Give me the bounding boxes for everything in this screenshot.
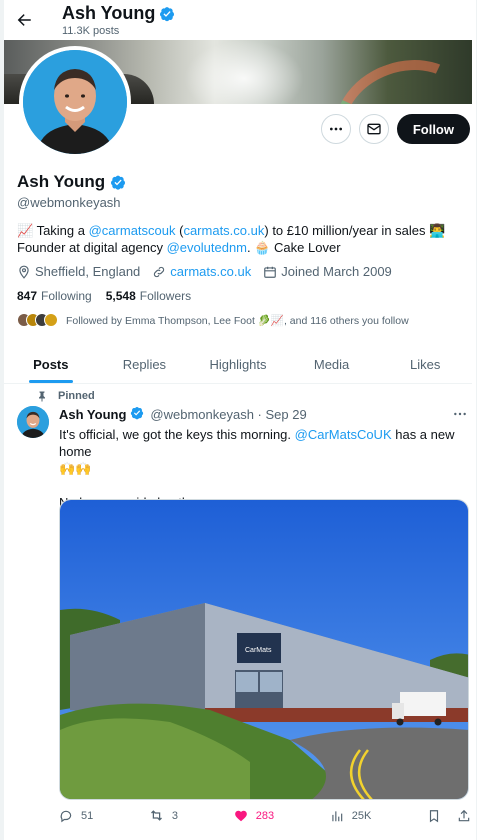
- link-icon: [154, 266, 165, 277]
- tab-posts[interactable]: Posts: [4, 346, 98, 383]
- profile-meta: Sheffield, England carmats.co.uk Joined …: [17, 264, 392, 279]
- website-link[interactable]: carmats.co.uk: [170, 264, 251, 279]
- location-text: Sheffield, England: [35, 264, 141, 279]
- tab-highlights[interactable]: Highlights: [191, 346, 285, 383]
- follower-avatars: [17, 313, 58, 327]
- reply-button[interactable]: 51: [59, 809, 93, 823]
- bio-link-carmats[interactable]: carmats.co.uk: [183, 223, 264, 238]
- bio-mention-evolutednm[interactable]: @evolutednm: [167, 240, 247, 255]
- like-count: 283: [255, 809, 275, 822]
- tweet-action-bar: 51 3 283 25K: [59, 808, 471, 823]
- heart-icon: [234, 810, 247, 821]
- profile-name-row: Ash Young: [17, 172, 126, 192]
- following-link[interactable]: 847 Following: [17, 289, 92, 303]
- bio-mention-carmatscouk[interactable]: @carmatscouk: [89, 223, 176, 238]
- share-icon[interactable]: [457, 809, 471, 823]
- profile-tabs: Posts Replies Highlights Media Likes: [4, 346, 472, 384]
- views-button[interactable]: 25K: [330, 809, 372, 823]
- pinned-text: Pinned: [58, 390, 95, 402]
- more-options-button[interactable]: [320, 114, 351, 144]
- profile-handle: @webmonkeyash: [17, 195, 121, 210]
- tweet-handle-date[interactable]: @webmonkeyash · Sep 29: [150, 407, 306, 422]
- tweet-emoji-line: 🙌🙌: [59, 461, 92, 476]
- follow-stats: 847 Following 5,548 Followers: [17, 289, 191, 303]
- header-title-block: Ash Young 11.3K posts: [62, 3, 175, 37]
- followers-count: 5,548: [105, 289, 136, 303]
- left-rail: [0, 0, 4, 840]
- top-header: Ash Young 11.3K posts: [4, 0, 472, 40]
- tweet-header: Ash Young @webmonkeyash · Sep 29: [59, 406, 307, 422]
- join-date: Joined March 2009: [263, 264, 392, 279]
- followed-by[interactable]: Followed by Emma Thompson, Lee Foot 🥬📈, …: [17, 313, 409, 327]
- website[interactable]: carmats.co.uk: [152, 264, 251, 279]
- verified-badge-icon: [130, 406, 146, 422]
- verified-badge-icon[interactable]: [110, 174, 126, 190]
- post-count: 11.3K posts: [62, 25, 120, 37]
- like-button[interactable]: 283: [234, 809, 274, 823]
- view-count: 25K: [351, 809, 372, 822]
- follow-button[interactable]: Follow: [396, 114, 470, 144]
- bookmark-icon[interactable]: [427, 809, 441, 823]
- right-scroll-rail[interactable]: [476, 0, 500, 840]
- reply-icon: [60, 810, 72, 822]
- avatar: [44, 313, 58, 327]
- tweet-mention[interactable]: @CarMatsCoUK: [295, 427, 392, 442]
- repost-icon: [150, 810, 162, 821]
- location: Sheffield, England: [17, 264, 140, 279]
- profile-name: Ash Young: [17, 172, 106, 191]
- more-dots-icon: [329, 127, 342, 131]
- following-label: Following: [41, 289, 92, 303]
- followed-by-text: Followed by Emma Thompson, Lee Foot 🥬📈, …: [66, 314, 409, 327]
- bio-text: Founder at digital agency: [17, 240, 167, 255]
- tweet-author-name[interactable]: Ash Young: [59, 407, 126, 422]
- building-sign: CarMats: [245, 647, 272, 654]
- repost-count: 3: [171, 809, 179, 822]
- calendar-icon: [264, 266, 277, 278]
- header-title: Ash Young: [62, 3, 156, 23]
- pin-icon: [39, 391, 45, 402]
- pinned-label: Pinned: [36, 390, 95, 402]
- joined-text: Joined March 2009: [281, 264, 392, 279]
- profile-avatar[interactable]: [19, 46, 131, 158]
- verified-badge-icon: [159, 6, 175, 22]
- envelope-icon: [367, 123, 381, 135]
- tab-replies[interactable]: Replies: [98, 346, 192, 383]
- bio-text: . 🧁 Cake Lover: [247, 240, 341, 255]
- back-arrow-icon: [17, 14, 31, 26]
- tweet-more-button[interactable]: [452, 406, 468, 427]
- bio-text: ) to £10 million/year in sales 👨‍💻: [264, 223, 446, 238]
- repost-button[interactable]: 3: [149, 808, 178, 823]
- followers-label: Followers: [139, 289, 192, 303]
- profile-bio: 📈 Taking a @carmatscouk (carmats.co.uk) …: [17, 222, 457, 256]
- back-button[interactable]: [6, 2, 42, 38]
- following-count: 847: [17, 289, 38, 303]
- bio-text: 📈 Taking a: [17, 223, 89, 238]
- more-dots-icon: [454, 412, 466, 416]
- reply-count: 51: [81, 809, 94, 822]
- profile-actions: Follow: [320, 114, 470, 144]
- message-button[interactable]: [358, 114, 389, 144]
- followers-link[interactable]: 5,548 Followers: [106, 289, 191, 303]
- tweet-avatar[interactable]: [17, 406, 49, 438]
- tweet-text-part: It's official, we got the keys this morn…: [59, 427, 295, 442]
- location-pin-icon: [19, 265, 29, 279]
- tab-likes[interactable]: Likes: [378, 346, 472, 383]
- bar-chart-icon: [332, 810, 342, 821]
- tab-media[interactable]: Media: [285, 346, 379, 383]
- tweet-media-image[interactable]: CarMats: [59, 499, 469, 800]
